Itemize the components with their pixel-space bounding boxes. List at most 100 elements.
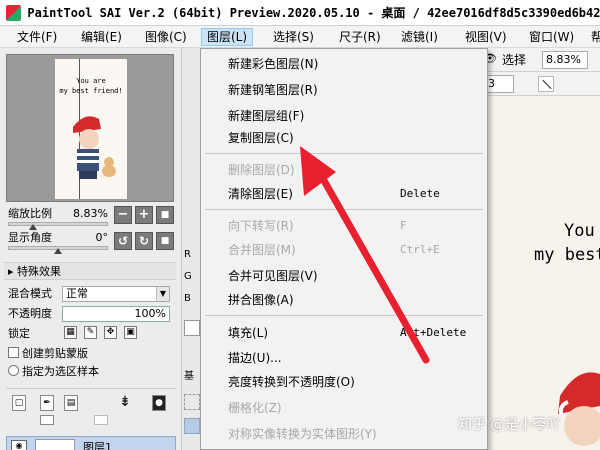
item-label: 合并可见图层(V): [228, 269, 318, 283]
item-label: 新建彩色图层(N): [228, 57, 319, 71]
menu-stroke[interactable]: 描边(U)...: [202, 347, 486, 369]
blend-mode-select[interactable]: 正常 ▼: [62, 286, 170, 302]
menu-layer[interactable]: 图层(L): [201, 28, 254, 46]
menu-view[interactable]: 视图(V): [460, 28, 512, 46]
size-field[interactable]: 3: [484, 75, 514, 93]
navigator-thumbnail: You are my best friend!: [55, 59, 127, 199]
item-label: 清除图层(E): [228, 187, 293, 201]
new-folder-icon[interactable]: ▤: [64, 395, 78, 411]
item-label: 描边(U)...: [228, 351, 282, 365]
item-label: 填充(L): [228, 326, 269, 340]
menu-flatten-image[interactable]: 拼合图像(A): [202, 289, 486, 311]
lock-all-icon[interactable]: ▣: [124, 326, 137, 339]
item-label: 对称实像转换为实体图形(Y): [228, 427, 377, 441]
rotation-reset-button[interactable]: ■: [156, 232, 174, 250]
delete-layer-icon[interactable]: [94, 415, 108, 425]
menu-luminance-to-opacity[interactable]: 亮度转换到不透明度(O): [202, 371, 486, 393]
zoom-in-button[interactable]: +: [135, 206, 153, 224]
new-pen-layer-icon[interactable]: ✒: [40, 395, 54, 411]
chevron-down-icon: ▼: [156, 287, 169, 301]
shortcut-label: Ctrl+E: [400, 243, 440, 256]
menu-separator: [205, 315, 483, 316]
menu-file[interactable]: 文件(F): [12, 28, 62, 46]
watermark: 知乎 @是小苓吖: [458, 417, 561, 433]
item-label: 亮度转换到不透明度(O): [228, 375, 355, 389]
lock-transparency-icon[interactable]: ▦: [64, 326, 77, 339]
item-label: 栅格化(Z): [228, 401, 282, 415]
shortcut-label: Alt+Delete: [400, 326, 467, 339]
zoom-value: 8.83%: [73, 207, 108, 220]
rotation-label: 显示角度: [8, 231, 52, 244]
layer-row[interactable]: ◉ 图层1: [6, 436, 176, 450]
menu-new-layer-group[interactable]: 新建图层组(F): [202, 105, 486, 127]
character-illustration: [73, 116, 116, 179]
select-label[interactable]: 选择: [502, 51, 526, 69]
zoom-label: 缩放比例: [8, 207, 52, 220]
menu-transfer-down: 向下转写(R) F: [202, 215, 486, 237]
menu-image[interactable]: 图像(C): [140, 28, 192, 46]
clipping-mask-option[interactable]: 创建剪贴蒙版: [8, 346, 88, 362]
menu-fill[interactable]: 填充(L) Alt+Delete: [202, 322, 486, 344]
rotation-value: 0°: [95, 231, 109, 244]
menu-new-pen-layer[interactable]: 新建钢笔图层(R): [202, 79, 486, 101]
new-layer-icon[interactable]: ▢: [12, 395, 26, 411]
menu-rasterize: 栅格化(Z): [202, 397, 486, 419]
rotate-left-icon[interactable]: ↺: [114, 232, 132, 250]
clipping-mask-checkbox[interactable]: [8, 347, 19, 358]
red-channel-label: R: [184, 249, 191, 260]
eye-icon[interactable]: ◉: [11, 440, 27, 450]
selection-tool-icon[interactable]: [184, 394, 200, 410]
lock-move-icon[interactable]: ✥: [104, 326, 117, 339]
item-label: 新建钢笔图层(R): [228, 83, 318, 97]
line-tool-icon[interactable]: [538, 76, 554, 92]
special-effects-header[interactable]: ▸ 特殊效果: [4, 262, 176, 280]
menu-merge-visible[interactable]: 合并可见图层(V): [202, 265, 486, 287]
rotation-slider-thumb[interactable]: [54, 248, 62, 254]
transfer-down-icon[interactable]: ⇟: [118, 395, 132, 411]
opacity-label: 不透明度: [8, 307, 52, 320]
zoom-field[interactable]: 8.83%: [542, 51, 588, 69]
mask-icon[interactable]: ●: [152, 395, 166, 411]
menu-filter[interactable]: 滤镜(I): [396, 28, 443, 46]
brush-tab-label[interactable]: 基: [184, 370, 198, 384]
menu-clear-layer[interactable]: 清除图层(E) Delete: [202, 183, 486, 205]
blend-mode-label: 混合模式: [8, 287, 52, 300]
layer-menu-dropdown: 新建彩色图层(N) 新建钢笔图层(R) 新建图层组(F) 复制图层(C) 删除图…: [200, 48, 488, 450]
menu-help[interactable]: 帮: [586, 28, 600, 46]
blend-mode-value: 正常: [66, 287, 88, 300]
selection-source-option[interactable]: 指定为选区样本: [8, 364, 99, 380]
menu-ruler[interactable]: 尺子(R): [334, 28, 386, 46]
shortcut-label: Delete: [400, 187, 440, 200]
zoom-out-button[interactable]: −: [114, 206, 132, 224]
menu-window[interactable]: 窗口(W): [524, 28, 579, 46]
menu-symmetry-to-solid: 对称实像转换为实体图形(Y): [202, 423, 486, 445]
selection-source-radio[interactable]: [8, 365, 19, 376]
item-label: 向下转写(R): [228, 219, 294, 233]
layer-name: 图层1: [83, 441, 112, 450]
zoom-reset-button[interactable]: ■: [156, 206, 174, 224]
collapse-triangle-icon: ▸: [8, 265, 18, 278]
opacity-slider[interactable]: 100%: [62, 306, 170, 322]
brush-preset-icon[interactable]: [184, 418, 200, 434]
color-swatch[interactable]: [184, 320, 200, 336]
selection-source-label: 指定为选区样本: [22, 365, 99, 378]
menu-edit[interactable]: 编辑(E): [76, 28, 127, 46]
copy-layer-icon[interactable]: [40, 415, 54, 425]
item-label: 新建图层组(F): [228, 109, 305, 123]
lock-paint-icon[interactable]: ✎: [84, 326, 97, 339]
menu-duplicate-layer[interactable]: 复制图层(C): [202, 127, 486, 149]
menu-separator: [205, 209, 483, 210]
canvas[interactable]: You my best: [488, 96, 600, 450]
menu-merge-layers: 合并图层(M) Ctrl+E: [202, 239, 486, 261]
rotate-right-icon[interactable]: ↻: [135, 232, 153, 250]
menu-select[interactable]: 选择(S): [268, 28, 319, 46]
menu-bar: 文件(F) 编辑(E) 图像(C) 图层(L) 选择(S) 尺子(R) 滤镜(I…: [0, 26, 600, 48]
navigator[interactable]: You are my best friend!: [6, 54, 174, 202]
menu-separator: [205, 153, 483, 154]
item-label: 复制图层(C): [228, 131, 294, 145]
menu-new-color-layer[interactable]: 新建彩色图层(N): [202, 53, 486, 75]
zoom-slider[interactable]: [8, 222, 108, 226]
item-label: 删除图层(D): [228, 163, 295, 177]
left-panel: You are my best friend! 缩放比例 8.83% − + ■…: [0, 48, 182, 450]
menu-delete-layer: 删除图层(D): [202, 159, 486, 181]
